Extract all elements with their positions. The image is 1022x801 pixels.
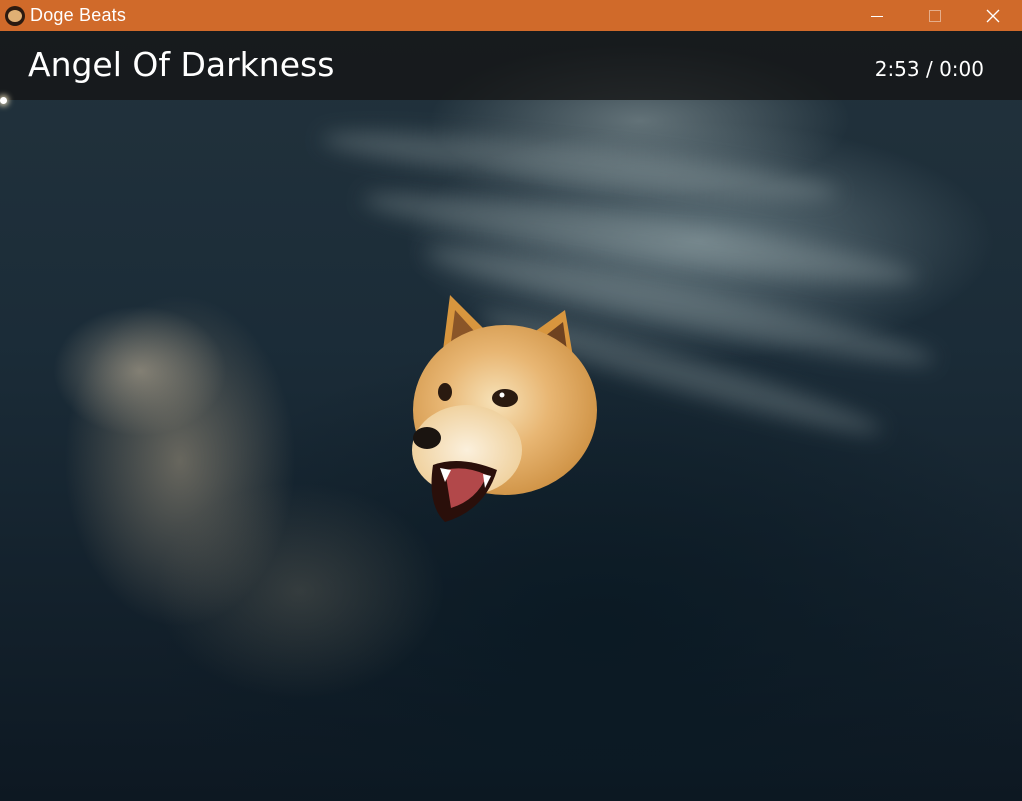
now-playing-header: Angel Of Darkness 2:53 / 0:00 (0, 31, 1022, 100)
minimize-button[interactable] (848, 0, 906, 31)
progress-indicator[interactable] (0, 97, 7, 104)
minimize-icon (871, 15, 883, 17)
window-title-bar[interactable]: Doge Beats (0, 0, 1022, 31)
doge-head-icon (412, 295, 597, 522)
close-button[interactable] (964, 0, 1022, 31)
window-controls (848, 0, 1022, 31)
maximize-icon (929, 9, 941, 22)
doge-app-icon (5, 5, 25, 26)
close-icon (986, 9, 1000, 22)
window-title: Doge Beats (30, 5, 127, 25)
song-title: Angel Of Darkness (28, 45, 335, 84)
time-display: 2:53 / 0:00 (874, 57, 984, 81)
maximize-button[interactable] (906, 0, 964, 31)
